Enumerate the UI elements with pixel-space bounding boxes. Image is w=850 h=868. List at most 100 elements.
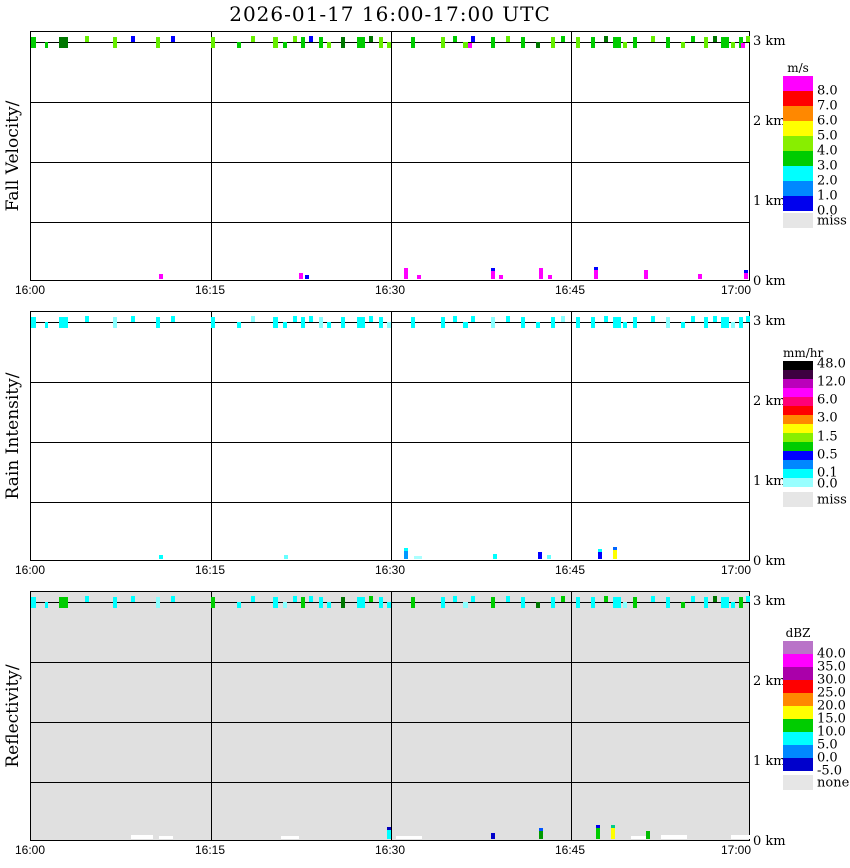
echo-mark	[731, 602, 735, 608]
echo-mark	[561, 316, 565, 322]
echo-mark	[341, 597, 345, 608]
surface-mark	[547, 555, 551, 559]
colorbar-segment	[783, 469, 813, 478]
gridline-vertical	[211, 32, 212, 280]
echo-mark	[113, 37, 117, 48]
colorbar-missing-label: none	[817, 776, 849, 791]
gridline-horizontal	[31, 102, 749, 103]
gridline-vertical	[391, 312, 392, 560]
time-tick-label: 16:45	[555, 843, 585, 857]
surface-mark-cap	[404, 548, 408, 551]
colorbar-segment	[783, 136, 813, 151]
height-tick-label: 3 km	[753, 594, 797, 609]
gridline-vertical	[211, 312, 212, 560]
echo-mark	[613, 37, 621, 48]
echo-mark	[471, 596, 475, 602]
colorbar-missing-label: miss	[817, 493, 847, 508]
surface-mark	[698, 274, 702, 279]
surface-mark-cap	[611, 825, 615, 828]
echo-mark	[341, 317, 345, 328]
echo-mark	[746, 316, 750, 322]
echo-mark	[731, 322, 735, 328]
colorbar-missing-label: miss	[817, 214, 847, 229]
echo-mark	[411, 597, 415, 608]
surface-mark	[744, 273, 748, 279]
height-tick-label: 3 km	[753, 34, 797, 49]
colorbar-segment	[783, 388, 813, 397]
echo-mark	[411, 317, 415, 328]
colorbar-segment	[783, 478, 813, 487]
colorbar-segment	[783, 433, 813, 442]
echo-mark	[561, 36, 565, 42]
plot-area	[30, 311, 750, 561]
gridline-horizontal	[31, 782, 749, 783]
echo-mark	[369, 596, 373, 602]
echo-mark	[59, 317, 68, 328]
surface-mark-cap	[594, 267, 598, 270]
echo-mark	[387, 322, 391, 328]
time-tick-label: 16:30	[375, 563, 405, 577]
time-tick-label: 16:45	[555, 563, 585, 577]
echo-mark	[251, 36, 255, 42]
panel-title-rain-intensity: Rain Intensity/	[3, 373, 23, 500]
echo-mark	[59, 37, 68, 48]
colorbar-segment	[783, 379, 813, 388]
echo-mark	[171, 596, 175, 602]
echo-mark	[651, 36, 655, 42]
echo-mark	[319, 317, 323, 328]
surface-mark	[548, 275, 552, 279]
echo-mark	[357, 37, 365, 48]
echo-mark	[156, 317, 160, 328]
echo-mark	[463, 602, 468, 608]
colorbar-segment	[783, 424, 813, 433]
surface-mark	[539, 831, 543, 839]
gridline-vertical	[571, 32, 572, 280]
echo-mark	[591, 317, 595, 328]
colorbar-segment	[783, 196, 813, 211]
echo-mark	[309, 36, 313, 42]
echo-mark	[713, 596, 717, 602]
surface-mark	[131, 835, 153, 839]
surface-mark	[598, 552, 602, 559]
echo-mark	[411, 37, 415, 48]
echo-mark	[551, 317, 555, 328]
echo-mark	[691, 36, 695, 42]
gridline-vertical	[211, 592, 212, 840]
echo-mark	[113, 597, 117, 608]
panel-title-fall-velocity: Fall Velocity/	[3, 101, 23, 212]
echo-mark	[387, 602, 391, 608]
colorbar-missing-swatch	[783, 213, 813, 228]
echo-mark	[341, 37, 345, 48]
gridline-vertical	[391, 592, 392, 840]
echo-mark	[633, 597, 637, 608]
colorbar-tick-label: 1.0	[817, 189, 838, 204]
time-tick-label: 17:00	[721, 843, 751, 857]
surface-mark	[594, 270, 598, 279]
echo-mark	[613, 317, 621, 328]
echo-mark	[379, 37, 383, 48]
echo-mark	[604, 36, 608, 42]
echo-mark	[237, 42, 241, 48]
echo-mark	[273, 597, 278, 608]
colorbar-segment	[783, 121, 813, 136]
echo-mark	[471, 316, 475, 322]
figure: 2026-01-17 16:00-17:00 UTC Fall Velocity…	[0, 0, 850, 868]
height-tick-label: 0 km	[753, 554, 797, 569]
echo-mark	[156, 597, 160, 608]
time-tick-label: 17:00	[721, 283, 751, 297]
echo-mark	[45, 42, 48, 48]
time-tick-label: 16:00	[15, 843, 45, 857]
colorbar-segment	[783, 745, 813, 758]
surface-mark	[284, 555, 288, 559]
time-tick-label: 16:30	[375, 843, 405, 857]
echo-mark-extra	[468, 43, 472, 48]
colorbar-tick-label: 3.0	[817, 159, 838, 174]
panel-rain-intensity: Rain Intensity/ 3 km2 km1 km0 km16:0016:…	[0, 311, 850, 581]
colorbar-tick-label: 0.0	[817, 477, 838, 492]
colorbar-segment	[783, 758, 813, 771]
echo-mark	[273, 317, 278, 328]
chart-title: 2026-01-17 16:00-17:00 UTC	[30, 2, 750, 26]
surface-mark	[611, 828, 615, 839]
gridline-horizontal	[31, 722, 749, 723]
echo-mark	[293, 596, 297, 602]
